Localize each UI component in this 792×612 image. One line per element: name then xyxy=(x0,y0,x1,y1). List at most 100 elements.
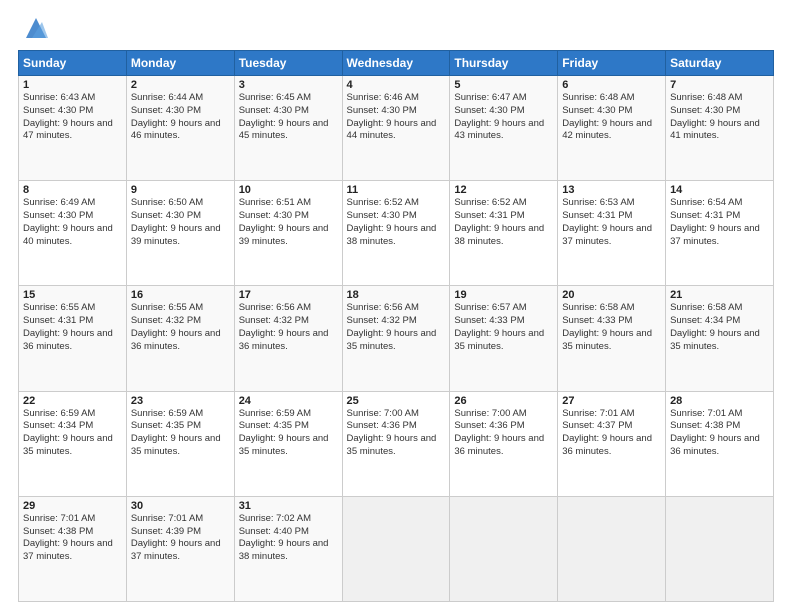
calendar-header: SundayMondayTuesdayWednesdayThursdayFrid… xyxy=(19,51,774,76)
week-row-2: 8 Sunrise: 6:49 AMSunset: 4:30 PMDayligh… xyxy=(19,181,774,286)
day-detail: Sunrise: 6:50 AMSunset: 4:30 PMDaylight:… xyxy=(131,197,230,248)
day-number: 14 xyxy=(670,184,769,196)
calendar-body: 1 Sunrise: 6:43 AMSunset: 4:30 PMDayligh… xyxy=(19,76,774,602)
day-number: 21 xyxy=(670,289,769,301)
day-cell: 22 Sunrise: 6:59 AMSunset: 4:34 PMDaylig… xyxy=(19,391,127,496)
day-cell: 13 Sunrise: 6:53 AMSunset: 4:31 PMDaylig… xyxy=(558,181,666,286)
day-detail: Sunrise: 6:56 AMSunset: 4:32 PMDaylight:… xyxy=(239,302,338,353)
day-cell: 25 Sunrise: 7:00 AMSunset: 4:36 PMDaylig… xyxy=(342,391,450,496)
day-detail: Sunrise: 7:01 AMSunset: 4:39 PMDaylight:… xyxy=(131,513,230,564)
day-detail: Sunrise: 6:55 AMSunset: 4:31 PMDaylight:… xyxy=(23,302,122,353)
day-cell: 30 Sunrise: 7:01 AMSunset: 4:39 PMDaylig… xyxy=(126,496,234,601)
day-detail: Sunrise: 6:55 AMSunset: 4:32 PMDaylight:… xyxy=(131,302,230,353)
header-cell-saturday: Saturday xyxy=(666,51,774,76)
day-cell: 18 Sunrise: 6:56 AMSunset: 4:32 PMDaylig… xyxy=(342,286,450,391)
day-number: 27 xyxy=(562,395,661,407)
header-cell-tuesday: Tuesday xyxy=(234,51,342,76)
day-detail: Sunrise: 6:45 AMSunset: 4:30 PMDaylight:… xyxy=(239,92,338,143)
day-cell: 26 Sunrise: 7:00 AMSunset: 4:36 PMDaylig… xyxy=(450,391,558,496)
day-detail: Sunrise: 6:48 AMSunset: 4:30 PMDaylight:… xyxy=(562,92,661,143)
day-number: 31 xyxy=(239,500,338,512)
day-cell: 2 Sunrise: 6:44 AMSunset: 4:30 PMDayligh… xyxy=(126,76,234,181)
day-number: 26 xyxy=(454,395,553,407)
day-cell: 11 Sunrise: 6:52 AMSunset: 4:30 PMDaylig… xyxy=(342,181,450,286)
day-cell: 23 Sunrise: 6:59 AMSunset: 4:35 PMDaylig… xyxy=(126,391,234,496)
day-cell: 20 Sunrise: 6:58 AMSunset: 4:33 PMDaylig… xyxy=(558,286,666,391)
day-number: 1 xyxy=(23,79,122,91)
day-detail: Sunrise: 6:43 AMSunset: 4:30 PMDaylight:… xyxy=(23,92,122,143)
day-detail: Sunrise: 7:02 AMSunset: 4:40 PMDaylight:… xyxy=(239,513,338,564)
day-cell: 8 Sunrise: 6:49 AMSunset: 4:30 PMDayligh… xyxy=(19,181,127,286)
calendar-table: SundayMondayTuesdayWednesdayThursdayFrid… xyxy=(18,50,774,602)
day-detail: Sunrise: 6:51 AMSunset: 4:30 PMDaylight:… xyxy=(239,197,338,248)
week-row-1: 1 Sunrise: 6:43 AMSunset: 4:30 PMDayligh… xyxy=(19,76,774,181)
day-cell: 19 Sunrise: 6:57 AMSunset: 4:33 PMDaylig… xyxy=(450,286,558,391)
day-detail: Sunrise: 6:59 AMSunset: 4:35 PMDaylight:… xyxy=(131,408,230,459)
day-detail: Sunrise: 7:00 AMSunset: 4:36 PMDaylight:… xyxy=(454,408,553,459)
day-number: 16 xyxy=(131,289,230,301)
week-row-5: 29 Sunrise: 7:01 AMSunset: 4:38 PMDaylig… xyxy=(19,496,774,601)
day-detail: Sunrise: 6:52 AMSunset: 4:30 PMDaylight:… xyxy=(347,197,446,248)
day-cell xyxy=(666,496,774,601)
logo xyxy=(18,14,50,42)
day-number: 7 xyxy=(670,79,769,91)
logo-icon xyxy=(22,14,50,42)
day-cell: 17 Sunrise: 6:56 AMSunset: 4:32 PMDaylig… xyxy=(234,286,342,391)
day-detail: Sunrise: 6:59 AMSunset: 4:35 PMDaylight:… xyxy=(239,408,338,459)
day-cell: 3 Sunrise: 6:45 AMSunset: 4:30 PMDayligh… xyxy=(234,76,342,181)
day-cell: 31 Sunrise: 7:02 AMSunset: 4:40 PMDaylig… xyxy=(234,496,342,601)
day-cell xyxy=(558,496,666,601)
header xyxy=(18,14,774,42)
day-cell: 29 Sunrise: 7:01 AMSunset: 4:38 PMDaylig… xyxy=(19,496,127,601)
day-detail: Sunrise: 6:48 AMSunset: 4:30 PMDaylight:… xyxy=(670,92,769,143)
week-row-3: 15 Sunrise: 6:55 AMSunset: 4:31 PMDaylig… xyxy=(19,286,774,391)
day-number: 23 xyxy=(131,395,230,407)
day-cell: 28 Sunrise: 7:01 AMSunset: 4:38 PMDaylig… xyxy=(666,391,774,496)
day-number: 29 xyxy=(23,500,122,512)
day-detail: Sunrise: 6:49 AMSunset: 4:30 PMDaylight:… xyxy=(23,197,122,248)
day-cell: 24 Sunrise: 6:59 AMSunset: 4:35 PMDaylig… xyxy=(234,391,342,496)
header-cell-thursday: Thursday xyxy=(450,51,558,76)
day-number: 20 xyxy=(562,289,661,301)
day-detail: Sunrise: 6:44 AMSunset: 4:30 PMDaylight:… xyxy=(131,92,230,143)
day-detail: Sunrise: 6:54 AMSunset: 4:31 PMDaylight:… xyxy=(670,197,769,248)
day-number: 22 xyxy=(23,395,122,407)
day-cell: 15 Sunrise: 6:55 AMSunset: 4:31 PMDaylig… xyxy=(19,286,127,391)
day-number: 30 xyxy=(131,500,230,512)
day-cell: 5 Sunrise: 6:47 AMSunset: 4:30 PMDayligh… xyxy=(450,76,558,181)
header-cell-sunday: Sunday xyxy=(19,51,127,76)
day-detail: Sunrise: 6:52 AMSunset: 4:31 PMDaylight:… xyxy=(454,197,553,248)
day-number: 10 xyxy=(239,184,338,196)
day-number: 4 xyxy=(347,79,446,91)
day-number: 8 xyxy=(23,184,122,196)
header-cell-wednesday: Wednesday xyxy=(342,51,450,76)
day-cell: 27 Sunrise: 7:01 AMSunset: 4:37 PMDaylig… xyxy=(558,391,666,496)
day-cell: 4 Sunrise: 6:46 AMSunset: 4:30 PMDayligh… xyxy=(342,76,450,181)
week-row-4: 22 Sunrise: 6:59 AMSunset: 4:34 PMDaylig… xyxy=(19,391,774,496)
day-detail: Sunrise: 7:01 AMSunset: 4:38 PMDaylight:… xyxy=(23,513,122,564)
day-detail: Sunrise: 6:57 AMSunset: 4:33 PMDaylight:… xyxy=(454,302,553,353)
day-cell xyxy=(342,496,450,601)
day-number: 3 xyxy=(239,79,338,91)
day-number: 17 xyxy=(239,289,338,301)
day-detail: Sunrise: 6:59 AMSunset: 4:34 PMDaylight:… xyxy=(23,408,122,459)
day-number: 5 xyxy=(454,79,553,91)
day-detail: Sunrise: 7:01 AMSunset: 4:38 PMDaylight:… xyxy=(670,408,769,459)
day-number: 28 xyxy=(670,395,769,407)
day-cell: 21 Sunrise: 6:58 AMSunset: 4:34 PMDaylig… xyxy=(666,286,774,391)
day-number: 13 xyxy=(562,184,661,196)
day-detail: Sunrise: 6:58 AMSunset: 4:34 PMDaylight:… xyxy=(670,302,769,353)
day-detail: Sunrise: 6:53 AMSunset: 4:31 PMDaylight:… xyxy=(562,197,661,248)
day-cell: 10 Sunrise: 6:51 AMSunset: 4:30 PMDaylig… xyxy=(234,181,342,286)
day-cell xyxy=(450,496,558,601)
day-number: 12 xyxy=(454,184,553,196)
day-number: 11 xyxy=(347,184,446,196)
day-number: 18 xyxy=(347,289,446,301)
day-cell: 1 Sunrise: 6:43 AMSunset: 4:30 PMDayligh… xyxy=(19,76,127,181)
day-detail: Sunrise: 6:47 AMSunset: 4:30 PMDaylight:… xyxy=(454,92,553,143)
day-detail: Sunrise: 6:46 AMSunset: 4:30 PMDaylight:… xyxy=(347,92,446,143)
day-cell: 7 Sunrise: 6:48 AMSunset: 4:30 PMDayligh… xyxy=(666,76,774,181)
header-cell-friday: Friday xyxy=(558,51,666,76)
day-number: 9 xyxy=(131,184,230,196)
day-detail: Sunrise: 7:00 AMSunset: 4:36 PMDaylight:… xyxy=(347,408,446,459)
